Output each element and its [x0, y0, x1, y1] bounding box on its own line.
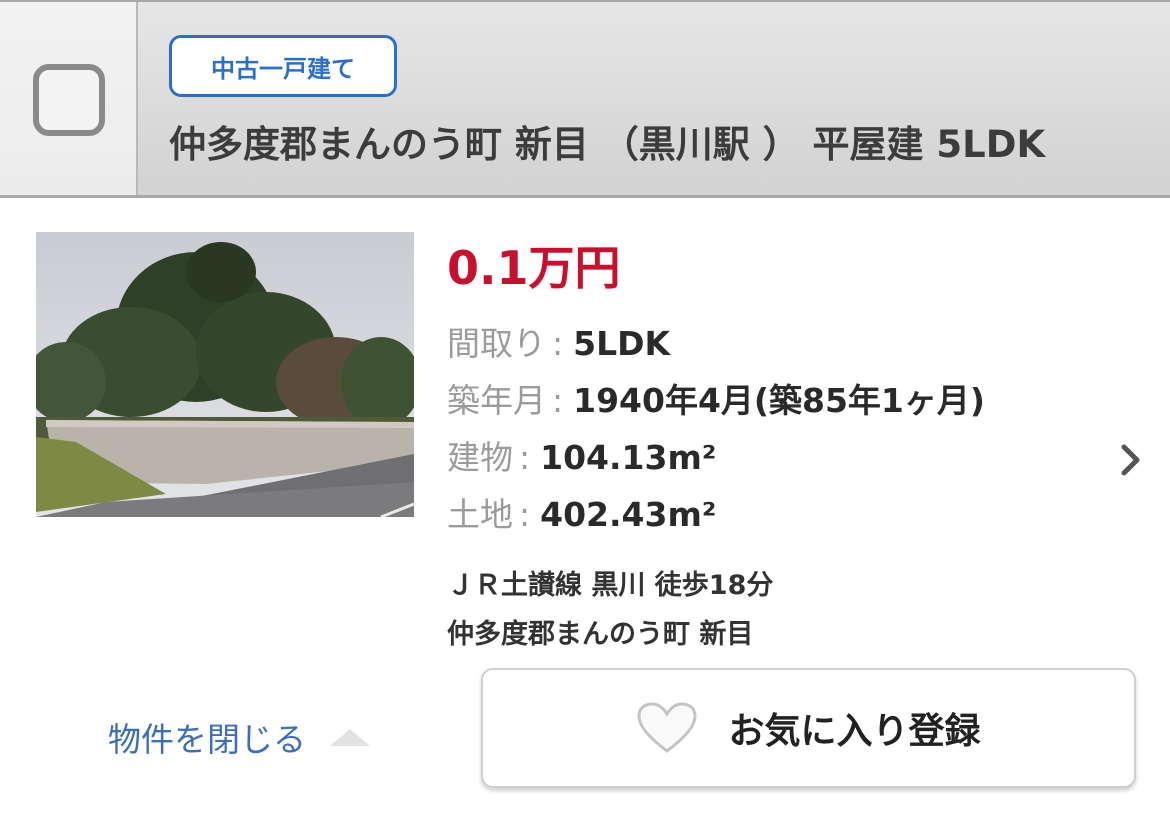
- spec-separator: :: [519, 438, 531, 477]
- spec-building-area-value: 104.13m²: [540, 438, 717, 477]
- spec-building-area-label: 建物: [447, 438, 513, 477]
- spec-separator: :: [552, 324, 564, 363]
- spec-built-value: 1940年4月(築85年1ヶ月): [573, 381, 985, 420]
- spec-land-area: 土地 : 402.43m²: [447, 488, 716, 536]
- spec-layout: 間取り : 5LDK: [447, 317, 670, 365]
- price: 0.1万円: [447, 241, 621, 295]
- close-listing-link[interactable]: 物件を閉じる: [108, 714, 372, 760]
- heart-outline-icon: [637, 702, 697, 753]
- property-type-badge: 中古一戸建て: [169, 35, 397, 97]
- listing-title[interactable]: 仲多度郡まんのう町 新目 （黒川駅 ） 平屋建 5LDK: [169, 114, 1159, 168]
- chevron-up-icon: [330, 729, 370, 746]
- address: 仲多度郡まんのう町 新目: [447, 619, 754, 650]
- spec-land-area-label: 土地: [447, 495, 513, 534]
- spec-building-area: 建物 : 104.13m²: [447, 431, 716, 479]
- favorite-button-label: お気に入り登録: [728, 711, 981, 752]
- property-photo-image: [36, 232, 414, 517]
- spec-separator: :: [552, 381, 564, 420]
- close-listing-label: 物件を閉じる: [108, 720, 306, 759]
- access-line: ＪＲ土讃線 黒川 徒歩18分: [447, 570, 774, 601]
- favorite-button[interactable]: お気に入り登録: [481, 668, 1136, 788]
- chevron-right-icon[interactable]: [1118, 442, 1144, 478]
- spec-built: 築年月 : 1940年4月(築85年1ヶ月): [447, 374, 985, 422]
- spec-layout-label: 間取り: [447, 324, 546, 363]
- spec-land-area-value: 402.43m²: [540, 495, 717, 534]
- spec-separator: :: [519, 495, 531, 534]
- checkbox-column: [0, 2, 138, 195]
- spec-built-label: 築年月: [447, 381, 546, 420]
- listing-header: 中古一戸建て 仲多度郡まんのう町 新目 （黒川駅 ） 平屋建 5LDK: [0, 0, 1170, 198]
- spec-layout-value: 5LDK: [573, 324, 671, 363]
- property-photo[interactable]: [36, 232, 414, 517]
- select-checkbox[interactable]: [33, 64, 105, 136]
